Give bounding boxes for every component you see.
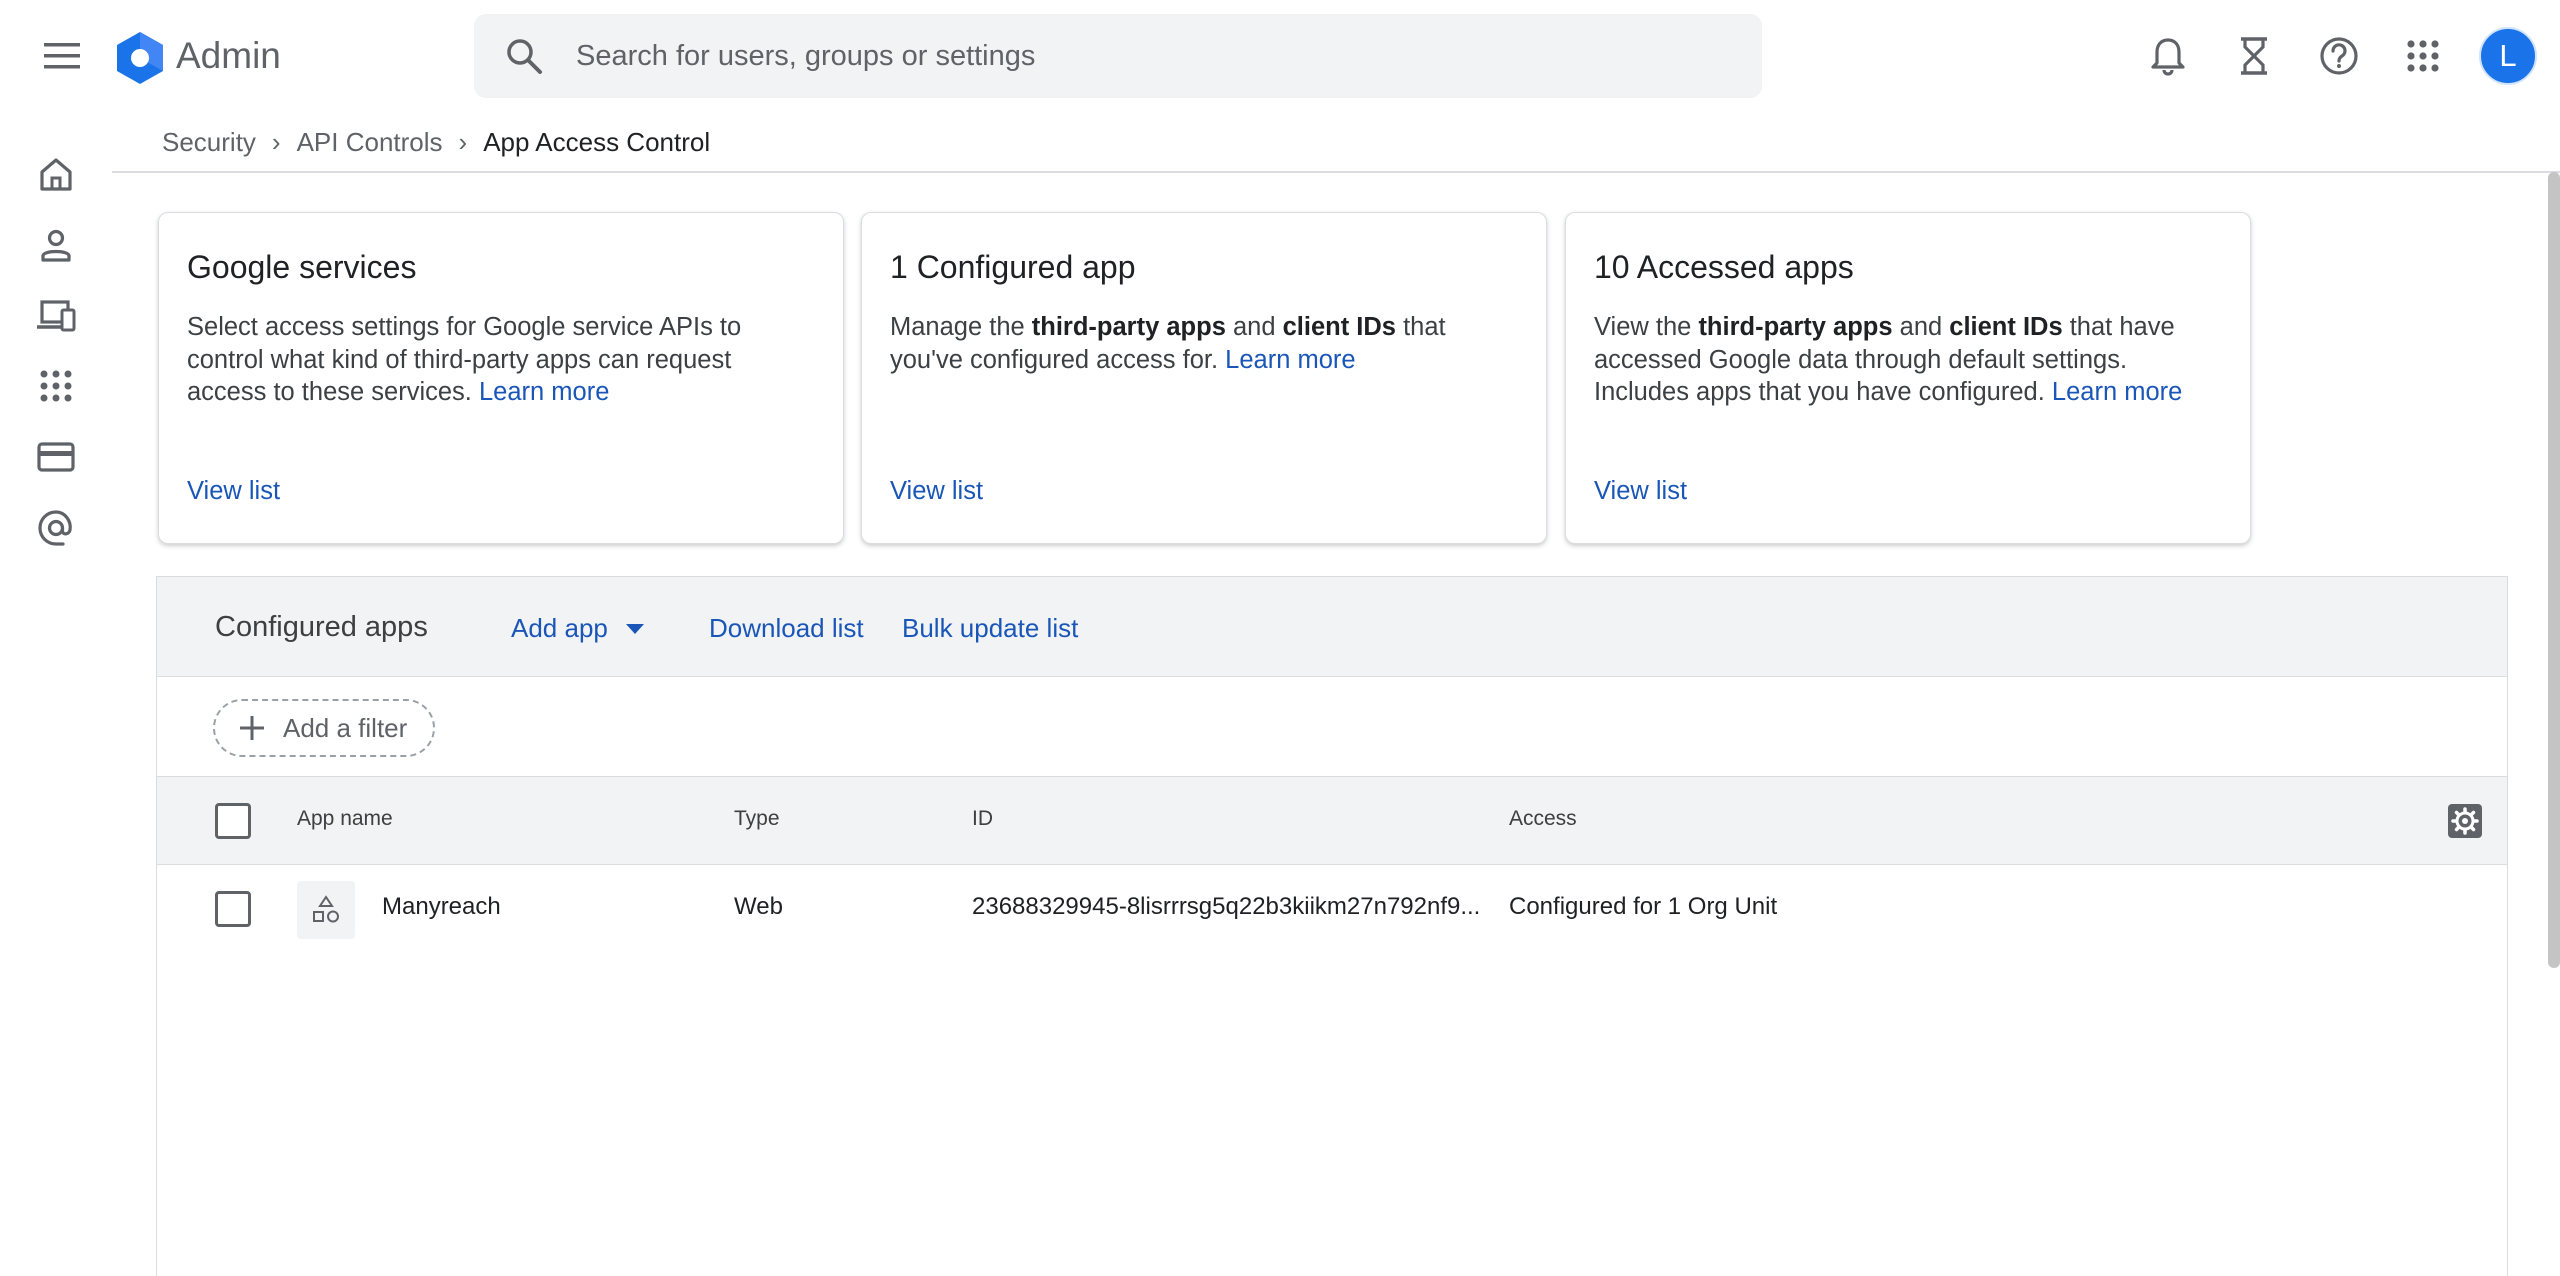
- bulk-update-list-button[interactable]: Bulk update list: [902, 613, 1078, 644]
- panel-title: Configured apps: [215, 611, 428, 643]
- view-list-link[interactable]: View list: [890, 477, 983, 506]
- users-icon[interactable]: [30, 219, 82, 271]
- card-description: Select access settings for Google servic…: [187, 313, 742, 406]
- card-title: 10 Accessed apps: [1594, 249, 1854, 285]
- dropdown-arrow-icon: [625, 623, 644, 634]
- chevron-right-icon: ›: [458, 126, 468, 157]
- column-header-access[interactable]: Access: [1509, 807, 1577, 831]
- row-checkbox[interactable]: [215, 891, 251, 927]
- select-all-checkbox[interactable]: [215, 803, 251, 839]
- app-name-link[interactable]: Manyreach: [382, 893, 501, 921]
- billing-card-icon[interactable]: [30, 431, 82, 483]
- column-header-app-name[interactable]: App name: [297, 807, 393, 831]
- add-app-button[interactable]: Add app: [511, 613, 644, 644]
- column-settings-gear-icon[interactable]: [2447, 803, 2483, 839]
- search-icon[interactable]: [504, 36, 544, 76]
- card-configured-apps: 1 Configured app Manage the third-party …: [861, 212, 1547, 544]
- breadcrumb-security[interactable]: Security: [162, 127, 256, 158]
- card-description: View the third-party apps and client IDs…: [1594, 313, 2183, 406]
- view-list-link[interactable]: View list: [187, 477, 280, 506]
- column-header-id[interactable]: ID: [972, 807, 993, 831]
- learn-more-link[interactable]: Learn more: [1225, 346, 1355, 374]
- app-access: Configured for 1 Org Unit: [1509, 893, 1778, 920]
- card-title: Google services: [187, 249, 417, 285]
- learn-more-link[interactable]: Learn more: [2052, 378, 2182, 406]
- page-scrollbar[interactable]: [2548, 172, 2560, 968]
- add-app-label: Add app: [511, 613, 608, 643]
- filter-row: Add a filter: [157, 677, 2507, 777]
- breadcrumb: Security › API Controls › App Access Con…: [162, 122, 710, 162]
- table-header: App name Type ID Access: [157, 777, 2507, 865]
- download-list-button[interactable]: Download list: [709, 613, 864, 644]
- learn-more-link[interactable]: Learn more: [479, 378, 609, 406]
- apps-icon[interactable]: [30, 360, 82, 412]
- search-input[interactable]: [576, 14, 1726, 98]
- app-title[interactable]: Admin: [176, 30, 281, 82]
- card-accessed-apps: 10 Accessed apps View the third-party ap…: [1565, 212, 2251, 544]
- card-description: Manage the third-party apps and client I…: [890, 313, 1446, 374]
- view-list-link[interactable]: View list: [1594, 477, 1687, 506]
- admin-logo-icon[interactable]: [112, 30, 168, 86]
- card-google-services: Google services Select access settings f…: [158, 212, 844, 544]
- home-icon[interactable]: [30, 148, 82, 200]
- chevron-right-icon: ›: [271, 126, 281, 157]
- add-filter-label: Add a filter: [283, 712, 408, 743]
- plus-icon: [240, 716, 264, 740]
- breadcrumb-current: App Access Control: [483, 126, 711, 157]
- main-menu-icon[interactable]: [36, 34, 88, 78]
- search-bar[interactable]: [474, 14, 1762, 98]
- column-header-type[interactable]: Type: [734, 807, 780, 831]
- header-divider: [112, 171, 2560, 173]
- notifications-bell-icon[interactable]: [2142, 30, 2194, 82]
- breadcrumb-api-controls[interactable]: API Controls: [297, 127, 443, 158]
- account-avatar[interactable]: L: [2479, 27, 2537, 85]
- card-title: 1 Configured app: [890, 249, 1136, 285]
- app-placeholder-icon: [297, 881, 355, 939]
- help-icon[interactable]: [2313, 30, 2365, 82]
- email-at-icon[interactable]: [30, 502, 82, 554]
- top-bar: Admin L: [0, 0, 2560, 112]
- configured-apps-panel: Configured apps Add app Download list Bu…: [156, 576, 2508, 1276]
- app-id: 23688329945-8lisrrrsg5q22b3kiikm27n792nf…: [972, 893, 1481, 920]
- add-filter-button[interactable]: Add a filter: [213, 699, 435, 757]
- apps-grid-icon[interactable]: [2397, 30, 2449, 82]
- table-row[interactable]: Manyreach Web 23688329945-8lisrrrsg5q22b…: [157, 865, 2507, 953]
- devices-icon[interactable]: [30, 290, 82, 342]
- panel-header: Configured apps Add app Download list Bu…: [157, 577, 2507, 677]
- hourglass-tasks-icon[interactable]: [2228, 30, 2280, 82]
- app-type: Web: [734, 893, 783, 920]
